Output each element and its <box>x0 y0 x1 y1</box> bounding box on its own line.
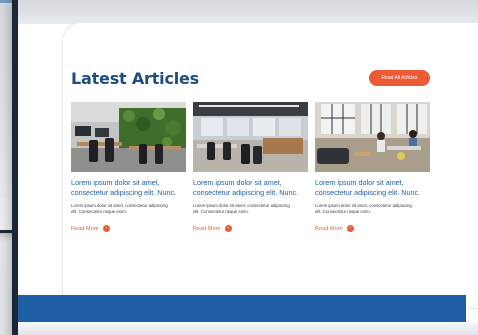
read-all-articles-button[interactable]: Read All Articles <box>369 70 430 86</box>
article-image-lounge[interactable] <box>315 102 430 172</box>
device-bottom-edge <box>18 322 478 335</box>
device-mockup-scene: Latest Articles Read All Articles Lorem … <box>0 0 478 335</box>
read-more-link[interactable]: Read More › <box>71 225 186 233</box>
article-image-open-office[interactable] <box>193 102 308 172</box>
articles-page: Latest Articles Read All Articles Lorem … <box>62 22 478 309</box>
section-title: Latest Articles <box>71 69 199 88</box>
article-image-office-plants[interactable] <box>71 102 186 172</box>
arrow-right-icon: › <box>224 225 232 233</box>
read-more-label: Read More <box>315 225 343 232</box>
article-card[interactable]: Lorem ipsum dolor sit amet, consectetur … <box>193 102 308 233</box>
article-excerpt: Lorem ipsum dolor sit amet, consectetur … <box>315 203 412 215</box>
article-title[interactable]: Lorem ipsum dolor sit amet, consectetur … <box>71 178 186 198</box>
arrow-right-icon: › <box>346 225 354 233</box>
read-more-link[interactable]: Read More › <box>193 225 308 233</box>
article-excerpt: Lorem ipsum dolor sit amet, consectetur … <box>71 203 168 215</box>
article-title[interactable]: Lorem ipsum dolor sit amet, consectetur … <box>315 178 430 198</box>
article-title[interactable]: Lorem ipsum dolor sit amet, consectetur … <box>193 178 308 198</box>
device-top-bar <box>18 0 478 24</box>
arrow-right-icon: › <box>102 225 110 233</box>
main-device: Latest Articles Read All Articles Lorem … <box>12 0 478 335</box>
read-more-link[interactable]: Read More › <box>315 225 430 233</box>
footer-band <box>18 295 466 322</box>
article-card[interactable]: Lorem ipsum dolor sit amet, consectetur … <box>71 102 186 233</box>
article-card[interactable]: Lorem ipsum dolor sit amet, consectetur … <box>315 102 430 233</box>
read-more-label: Read More <box>193 225 221 232</box>
article-excerpt: Lorem ipsum dolor sit amet, consectetur … <box>193 203 290 215</box>
read-more-label: Read More <box>71 225 99 232</box>
